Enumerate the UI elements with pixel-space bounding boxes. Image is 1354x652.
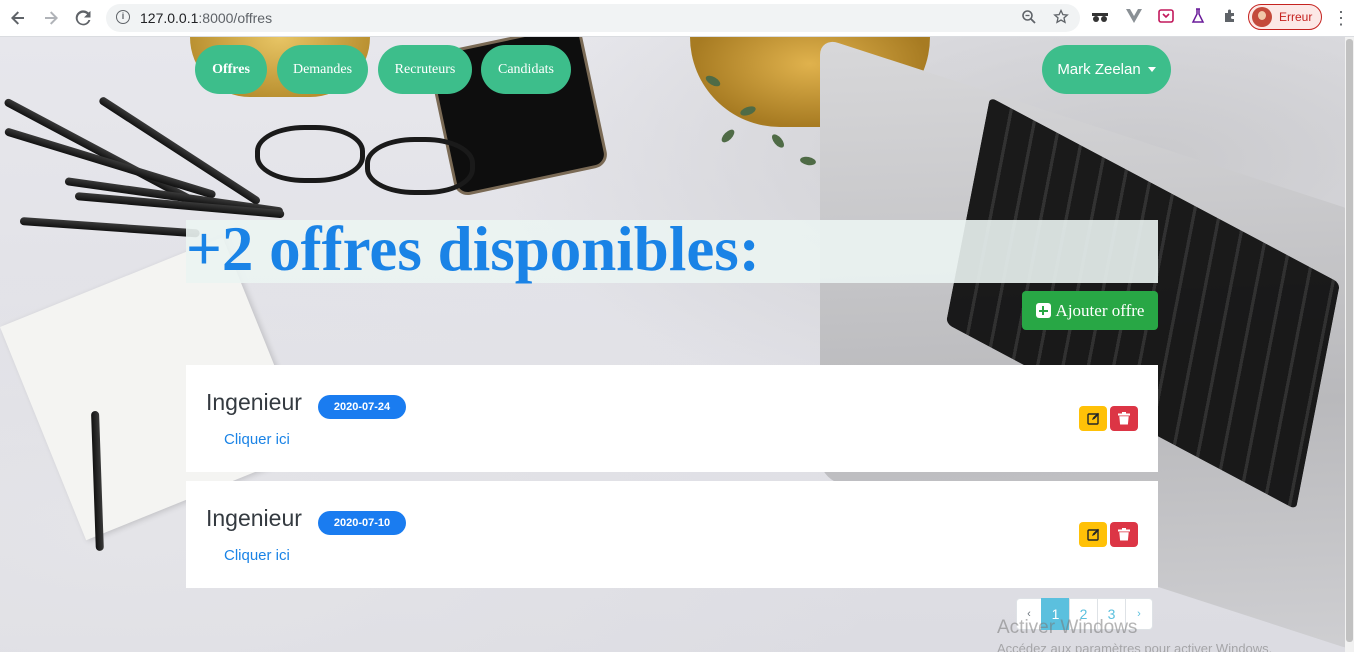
user-name: Mark Zeelan: [1057, 61, 1141, 78]
offer-link[interactable]: Cliquer ici: [224, 547, 290, 564]
user-menu-button[interactable]: Mark Zeelan: [1042, 45, 1171, 94]
edit-icon: [1086, 412, 1099, 425]
add-offer-button[interactable]: Ajouter offre: [1022, 291, 1158, 330]
forward-arrow-icon[interactable]: [39, 6, 63, 30]
edit-icon: [1086, 528, 1099, 541]
windows-activation-title: Activer Windows: [997, 617, 1138, 638]
profile-button[interactable]: Erreur: [1248, 4, 1322, 30]
edit-offer-button[interactable]: [1079, 406, 1107, 431]
plus-square-icon: [1035, 303, 1051, 318]
zoom-icon[interactable]: [1020, 9, 1038, 27]
add-offer-label: Ajouter offre: [1055, 300, 1145, 320]
url-path: :8000/offres: [198, 10, 273, 26]
offer-card: Ingenieur 2020-07-10 Cliquer ici: [186, 481, 1158, 588]
offer-title: Ingenieur: [206, 389, 302, 415]
nav-demandes[interactable]: Demandes: [277, 45, 368, 94]
heading-banner: +2 offres disponibles:: [186, 214, 1158, 284]
nav-candidats[interactable]: Candidats: [481, 45, 571, 94]
profile-label: Erreur: [1279, 10, 1313, 24]
page-title: +2 offres disponibles:: [186, 214, 760, 284]
bookmark-star-icon[interactable]: [1052, 8, 1070, 27]
windows-activation-text: Accédez aux paramètres pour activer Wind…: [997, 641, 1273, 652]
browser-toolbar: i 127.0.0.1:8000/offres Erreur ⋮: [0, 0, 1354, 37]
decor-glasses: [255, 125, 365, 183]
incognito-extension-icon[interactable]: [1090, 8, 1110, 28]
address-bar[interactable]: i 127.0.0.1:8000/offres: [106, 4, 1080, 32]
offer-date-badge: 2020-07-10: [318, 511, 406, 535]
page-scrollbar[interactable]: [1345, 37, 1354, 652]
offer-card: Ingenieur 2020-07-24 Cliquer ici: [186, 365, 1158, 472]
decor-leaf: [799, 155, 817, 167]
flask-extension-icon[interactable]: [1188, 8, 1208, 28]
decor-glasses: [365, 137, 475, 195]
offer-link[interactable]: Cliquer ici: [224, 431, 290, 448]
trash-icon: [1118, 412, 1130, 425]
more-menu-icon[interactable]: ⋮: [1332, 6, 1350, 30]
edit-offer-button[interactable]: [1079, 522, 1107, 547]
decor-pen: [19, 217, 200, 238]
nav-recruteurs[interactable]: Recruteurs: [378, 45, 472, 94]
offer-date-badge: 2020-07-24: [318, 395, 406, 419]
nav-offres[interactable]: Offres: [195, 45, 267, 94]
decor-leaf: [769, 132, 787, 150]
extensions-puzzle-icon[interactable]: [1220, 8, 1240, 28]
caret-down-icon: [1147, 67, 1156, 72]
trash-icon: [1118, 528, 1130, 541]
vue-devtools-icon[interactable]: [1124, 8, 1144, 28]
offer-title: Ingenieur: [206, 505, 302, 531]
avatar: [1252, 7, 1272, 27]
pocket-extension-icon[interactable]: [1156, 8, 1176, 28]
site-info-icon[interactable]: i: [116, 10, 130, 24]
delete-offer-button[interactable]: [1110, 522, 1138, 547]
reload-icon[interactable]: [71, 6, 95, 30]
url-host: 127.0.0.1: [140, 10, 199, 26]
decor-leaf: [719, 127, 737, 145]
scrollbar-thumb[interactable]: [1346, 39, 1353, 642]
delete-offer-button[interactable]: [1110, 406, 1138, 431]
page-background: Offres Demandes Recruteurs Candidats Mar…: [0, 37, 1345, 652]
url-text: 127.0.0.1:8000/offres: [140, 10, 272, 26]
back-arrow-icon[interactable]: [6, 6, 30, 30]
